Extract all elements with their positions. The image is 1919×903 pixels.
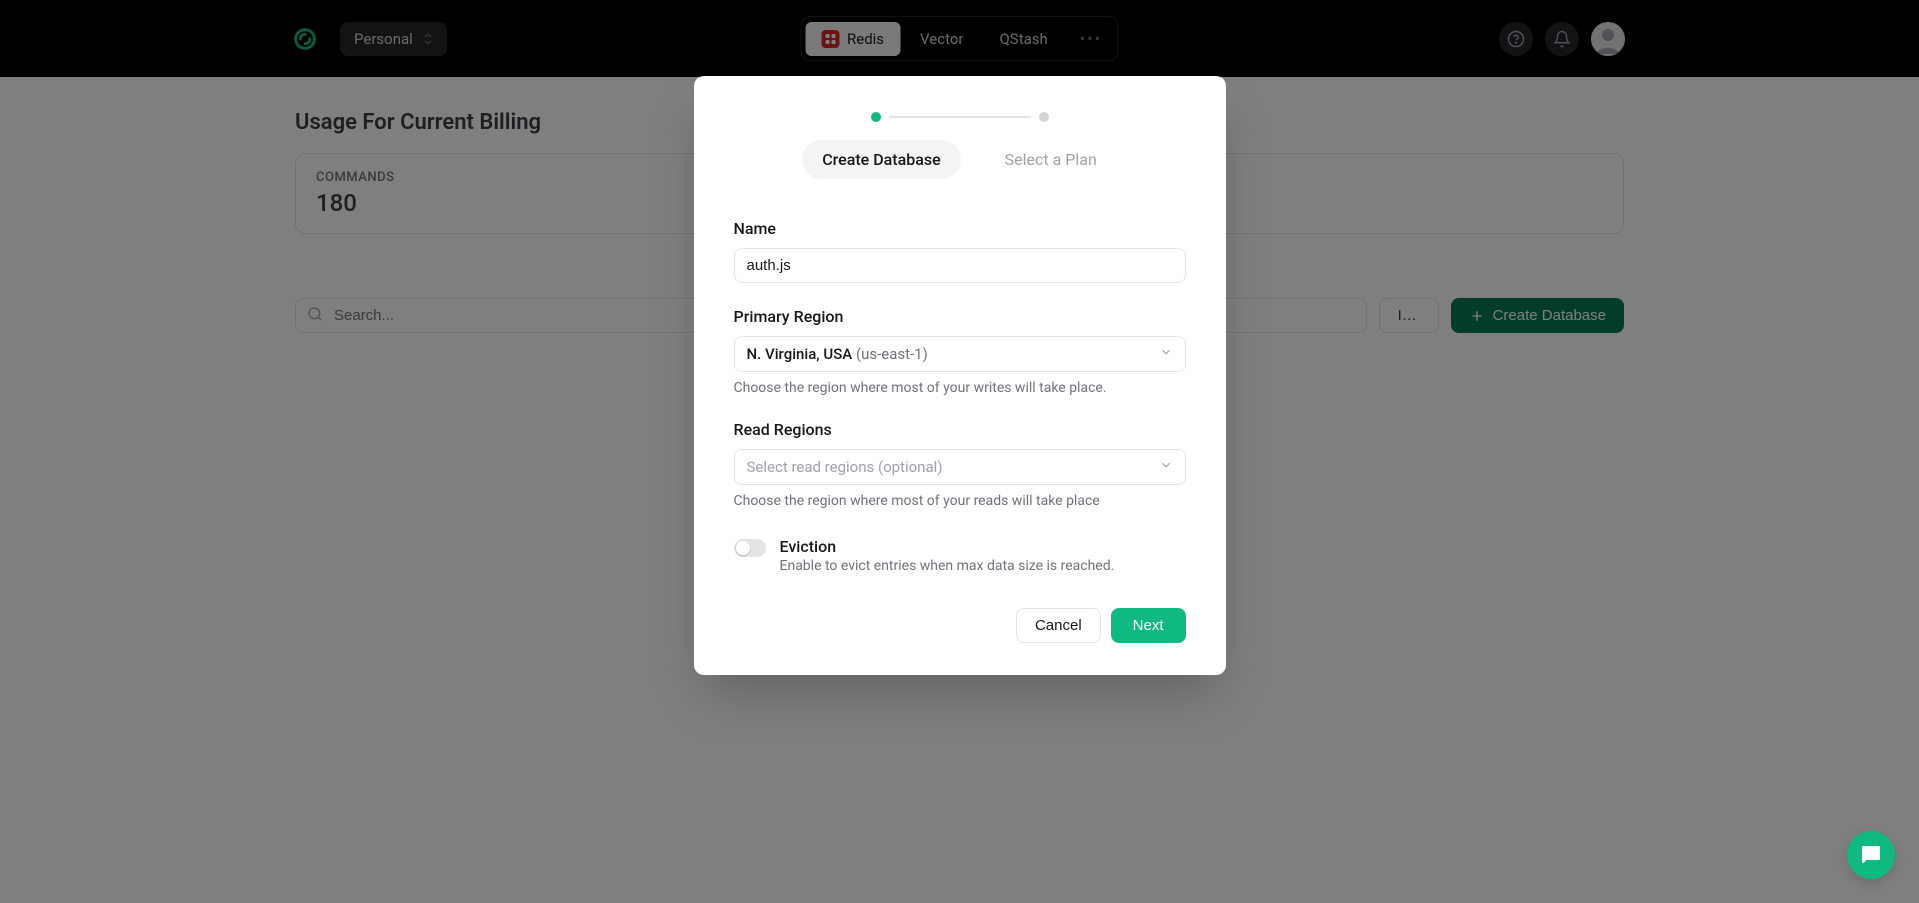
primary-region-select[interactable]: N. Virginia, USA (us-east-1) (734, 336, 1186, 372)
eviction-row: Eviction Enable to evict entries when ma… (734, 537, 1186, 574)
cancel-button[interactable]: Cancel (1016, 608, 1101, 643)
step-tab-plan[interactable]: Select a Plan (985, 140, 1117, 179)
eviction-content: Eviction Enable to evict entries when ma… (780, 537, 1115, 574)
step-dot-1 (871, 112, 881, 122)
form-group-name: Name (734, 219, 1186, 283)
step-line (889, 116, 1031, 118)
stepper (734, 112, 1186, 122)
primary-region-value: N. Virginia, USA (us-east-1) (747, 345, 928, 363)
region-code: (us-east-1) (856, 345, 928, 363)
eviction-desc: Enable to evict entries when max data si… (780, 558, 1115, 574)
chat-icon (1859, 843, 1883, 867)
step-dot-2 (1039, 112, 1049, 122)
read-regions-label: Read Regions (734, 420, 1186, 439)
region-name: N. Virginia, USA (747, 345, 853, 363)
name-input[interactable] (734, 248, 1186, 283)
next-button[interactable]: Next (1111, 608, 1186, 643)
intercom-chat-button[interactable] (1847, 831, 1895, 879)
read-regions-hint: Choose the region where most of your rea… (734, 493, 1186, 509)
chevron-down-icon (1159, 458, 1173, 476)
chevron-down-icon (1159, 345, 1173, 363)
eviction-title: Eviction (780, 537, 1115, 556)
form-group-primary-region: Primary Region N. Virginia, USA (us-east… (734, 307, 1186, 396)
read-regions-placeholder: Select read regions (optional) (747, 458, 943, 476)
step-tabs: Create Database Select a Plan (734, 140, 1186, 179)
primary-region-label: Primary Region (734, 307, 1186, 326)
eviction-toggle[interactable] (734, 539, 766, 557)
step-tab-create[interactable]: Create Database (802, 140, 960, 179)
modal-overlay[interactable]: Create Database Select a Plan Name Prima… (0, 0, 1919, 903)
primary-region-hint: Choose the region where most of your wri… (734, 380, 1186, 396)
form-group-read-regions: Read Regions Select read regions (option… (734, 420, 1186, 509)
modal-footer: Cancel Next (734, 608, 1186, 643)
name-label: Name (734, 219, 1186, 238)
create-database-modal: Create Database Select a Plan Name Prima… (694, 76, 1226, 675)
read-regions-select[interactable]: Select read regions (optional) (734, 449, 1186, 485)
